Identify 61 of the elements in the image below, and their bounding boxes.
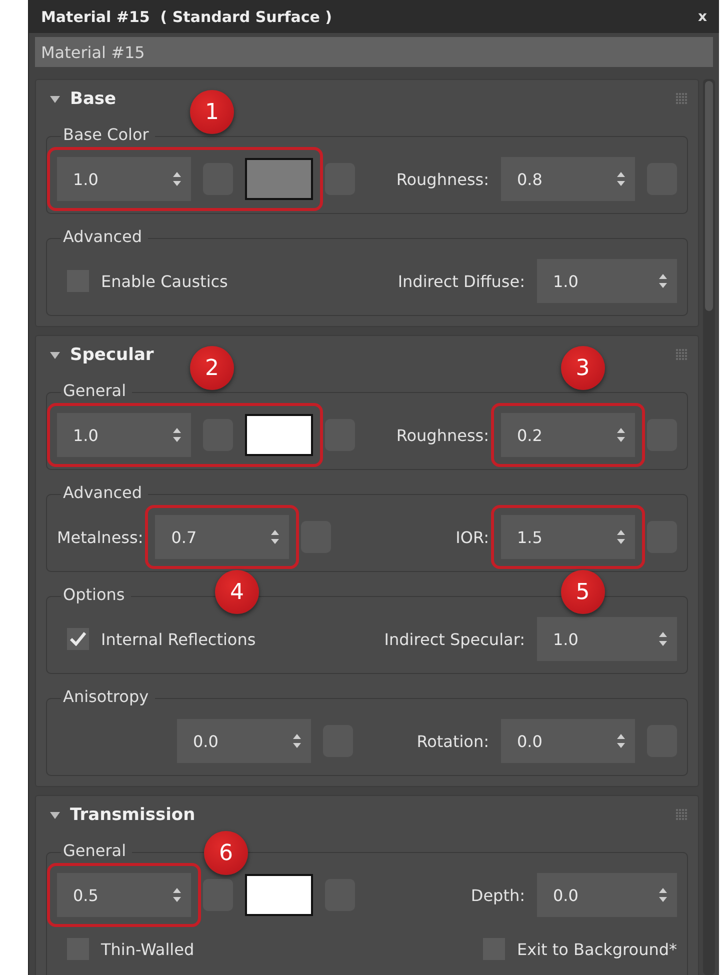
number-spinner[interactable]: 0.0 bbox=[177, 719, 311, 763]
number-spinner[interactable]: 0.0 bbox=[501, 719, 635, 763]
group-title: Options bbox=[61, 585, 131, 604]
checkbox-label: Enable Caustics bbox=[101, 272, 228, 290]
callout-number: 3 bbox=[560, 346, 605, 390]
number-spinner[interactable]: 0.2 bbox=[501, 413, 635, 457]
spinner-arrows-icon[interactable] bbox=[293, 733, 301, 749]
field-label: IOR: bbox=[456, 528, 489, 546]
checkbox-label: Exit to Background* bbox=[517, 940, 677, 958]
material-name-field[interactable]: Material #15 bbox=[35, 37, 713, 67]
collapse-triangle-icon[interactable] bbox=[50, 350, 60, 360]
group-title: Anisotropy bbox=[61, 687, 155, 706]
callout-number: 5 bbox=[560, 570, 605, 614]
checkbox[interactable] bbox=[67, 628, 89, 650]
spinner-arrows-icon[interactable] bbox=[173, 887, 181, 903]
number-spinner[interactable]: 1.5 bbox=[501, 515, 635, 559]
check-icon bbox=[70, 632, 86, 646]
field-label: Depth: bbox=[470, 886, 525, 904]
callout-number: 1 bbox=[190, 90, 234, 134]
spinner-arrows-icon[interactable] bbox=[659, 887, 667, 903]
spinner-arrows-icon[interactable] bbox=[617, 529, 625, 545]
number-spinner[interactable]: 1.0 bbox=[537, 259, 677, 303]
color-swatch[interactable] bbox=[245, 158, 313, 200]
color-swatch[interactable] bbox=[245, 874, 313, 916]
checkbox-label: Thin-Walled bbox=[101, 940, 194, 958]
field-label: Indirect Specular: bbox=[384, 630, 525, 648]
field-label: Metalness: bbox=[57, 528, 144, 546]
number-spinner[interactable]: 0.8 bbox=[501, 157, 635, 201]
spinner-arrows-icon[interactable] bbox=[659, 273, 667, 289]
field-label: Roughness: bbox=[396, 426, 489, 444]
rollout-title[interactable]: Specular bbox=[70, 345, 154, 365]
callout-number: 6 bbox=[204, 831, 248, 875]
spinner-arrows-icon[interactable] bbox=[617, 171, 625, 187]
field-label: Rotation: bbox=[416, 732, 489, 750]
spinner-arrows-icon[interactable] bbox=[173, 171, 181, 187]
callout-number: 2 bbox=[190, 346, 234, 390]
color-swatch[interactable] bbox=[245, 414, 313, 456]
number-spinner[interactable]: 0.5 bbox=[57, 873, 191, 917]
grip-icon[interactable] bbox=[676, 349, 688, 361]
number-spinner[interactable]: 0.0 bbox=[537, 873, 677, 917]
collapse-triangle-icon[interactable] bbox=[50, 810, 60, 820]
number-spinner[interactable]: 1.0 bbox=[57, 157, 191, 201]
rollout-title[interactable]: Base bbox=[70, 89, 116, 109]
grip-icon[interactable] bbox=[676, 809, 688, 821]
spinner-arrows-icon[interactable] bbox=[617, 427, 625, 443]
number-spinner[interactable]: 1.0 bbox=[57, 413, 191, 457]
number-spinner[interactable]: 0.7 bbox=[155, 515, 290, 559]
checkbox-label: Internal Reflections bbox=[101, 630, 256, 648]
field-label: Roughness: bbox=[396, 170, 489, 188]
collapse-triangle-icon[interactable] bbox=[50, 94, 60, 104]
field-label: Indirect Diffuse: bbox=[398, 272, 525, 290]
spinner-arrows-icon[interactable] bbox=[659, 631, 667, 647]
grip-icon[interactable] bbox=[676, 93, 688, 105]
spinner-arrows-icon[interactable] bbox=[173, 427, 181, 443]
close-button[interactable]: x bbox=[694, 8, 711, 24]
spinner-arrows-icon[interactable] bbox=[271, 529, 280, 545]
callout-number: 4 bbox=[215, 570, 260, 614]
number-spinner[interactable]: 1.0 bbox=[537, 617, 677, 661]
spinner-arrows-icon[interactable] bbox=[617, 733, 625, 749]
window-title: Material #15 ( Standard Surface ) bbox=[41, 8, 332, 26]
rollout-title[interactable]: Transmission bbox=[70, 805, 196, 825]
